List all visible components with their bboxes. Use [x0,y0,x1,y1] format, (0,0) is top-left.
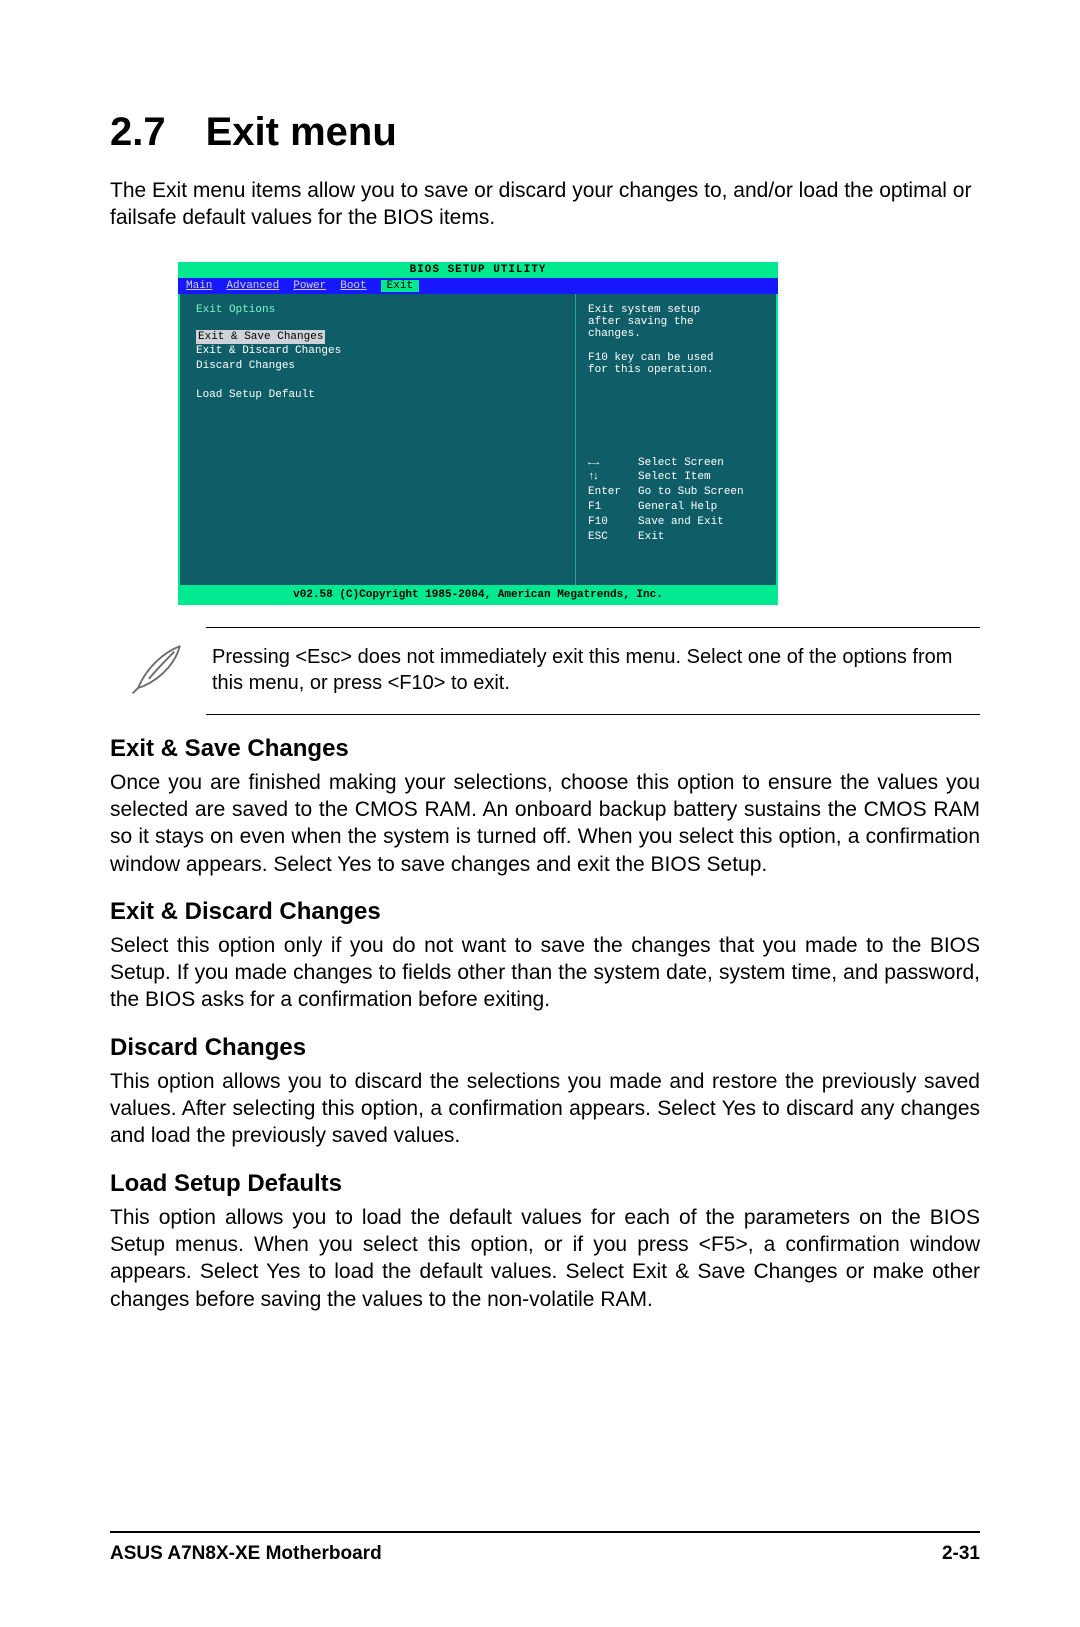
bios-key-label: Save and Exit [638,515,766,530]
bios-help-line: F10 key can be used [588,352,766,364]
bios-options-header: Exit Options [196,304,563,316]
subheading-load-defaults: Load Setup Defaults [110,1170,980,1198]
quill-pen-icon [129,639,187,702]
arrow-left-right-icon [588,456,630,471]
intro-paragraph: The Exit menu items allow you to save or… [110,177,980,232]
heading-number: 2.7 [110,110,166,155]
subheading-exit-discard: Exit & Discard Changes [110,898,980,926]
bios-option-discard[interactable]: Discard Changes [196,359,563,374]
bios-footer: v02.58 (C)Copyright 1985-2004, American … [178,585,778,605]
bios-key: F10 [588,515,630,530]
footer-left: ASUS A7N8X-XE Motherboard [110,1543,382,1565]
footer-right: 2-31 [942,1543,980,1565]
note-text: Pressing <Esc> does not immediately exit… [206,627,980,715]
arrow-up-down-icon [588,470,630,485]
bios-screenshot: BIOS SETUP UTILITY Main Advanced Power B… [178,262,778,605]
bios-option-exit-discard[interactable]: Exit & Discard Changes [196,344,563,359]
paragraph: Select this option only if you do not wa… [110,932,980,1014]
bios-key-legend: Select Screen Select Item Enter Go to Sub… [588,456,766,545]
bios-tab-power[interactable]: Power [293,280,326,292]
bios-help-line: after saving the [588,316,766,328]
bios-key-label: Go to Sub Screen [638,485,766,500]
bios-tab-boot[interactable]: Boot [340,280,366,292]
bios-key-label: Select Screen [638,456,766,471]
bios-tab-bar: Main Advanced Power Boot Exit [178,278,778,294]
bios-key-label: General Help [638,500,766,515]
bios-help-line: changes. [588,328,766,340]
bios-help-pane: Exit system setup after saving the chang… [576,294,776,585]
bios-help-line: Exit system setup [588,304,766,316]
paragraph: This option allows you to load the defau… [110,1204,980,1313]
bios-key: F1 [588,500,630,515]
paragraph: Once you are finished making your select… [110,769,980,878]
bios-key: ESC [588,530,630,545]
bios-title: BIOS SETUP UTILITY [178,262,778,278]
bios-help-text: Exit system setup after saving the chang… [588,304,766,376]
bios-key-label: Exit [638,530,766,545]
bios-option-load-default[interactable]: Load Setup Default [196,388,563,403]
bios-tab-exit[interactable]: Exit [381,280,419,292]
heading-title: Exit menu [206,110,397,155]
bios-tab-advanced[interactable]: Advanced [226,280,279,292]
bios-tab-main[interactable]: Main [186,280,212,292]
subheading-exit-save: Exit & Save Changes [110,735,980,763]
bios-key: Enter [588,485,630,500]
bios-key-label: Select Item [638,470,766,485]
bios-option-exit-save[interactable]: Exit & Save Changes [196,330,325,345]
section-heading: 2.7 Exit menu [110,110,980,155]
bios-help-line: for this operation. [588,364,766,376]
note-block: Pressing <Esc> does not immediately exit… [110,627,980,715]
paragraph: This option allows you to discard the se… [110,1068,980,1150]
subheading-discard: Discard Changes [110,1034,980,1062]
page-footer: ASUS A7N8X-XE Motherboard 2-31 [110,1531,980,1565]
bios-options-pane: Exit Options Exit & Save Changes Exit & … [180,294,576,585]
